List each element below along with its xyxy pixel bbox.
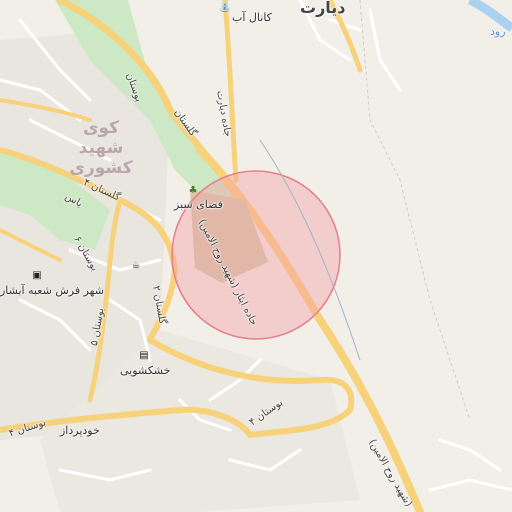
poi-label-canal[interactable]: کانال آب — [232, 12, 272, 23]
village-label: دیارت — [300, 0, 346, 17]
district-label: کوی شهید کشوری — [69, 118, 133, 178]
river-label: رود — [490, 25, 506, 38]
poi-label-dry-cleaner[interactable]: خشکشویی — [120, 365, 170, 376]
shop-icon[interactable]: ▣ — [30, 268, 44, 282]
cup-icon[interactable]: ☕ — [129, 258, 143, 272]
poi-label-green-space[interactable]: فضای سبز — [174, 199, 223, 210]
tap-icon[interactable]: ⛲ — [218, 0, 232, 14]
laundry-icon[interactable]: ▤ — [137, 348, 151, 362]
poi-label-atm[interactable]: خودپرداز — [60, 425, 100, 436]
tree-icon[interactable]: ♣ — [186, 183, 200, 197]
map-view[interactable]: کوی شهید کشوری دیارت رود جاده ایثار (شهی… — [0, 0, 512, 512]
poi-label-carpet[interactable]: شهر فرش شعبه آبشار — [0, 285, 104, 296]
